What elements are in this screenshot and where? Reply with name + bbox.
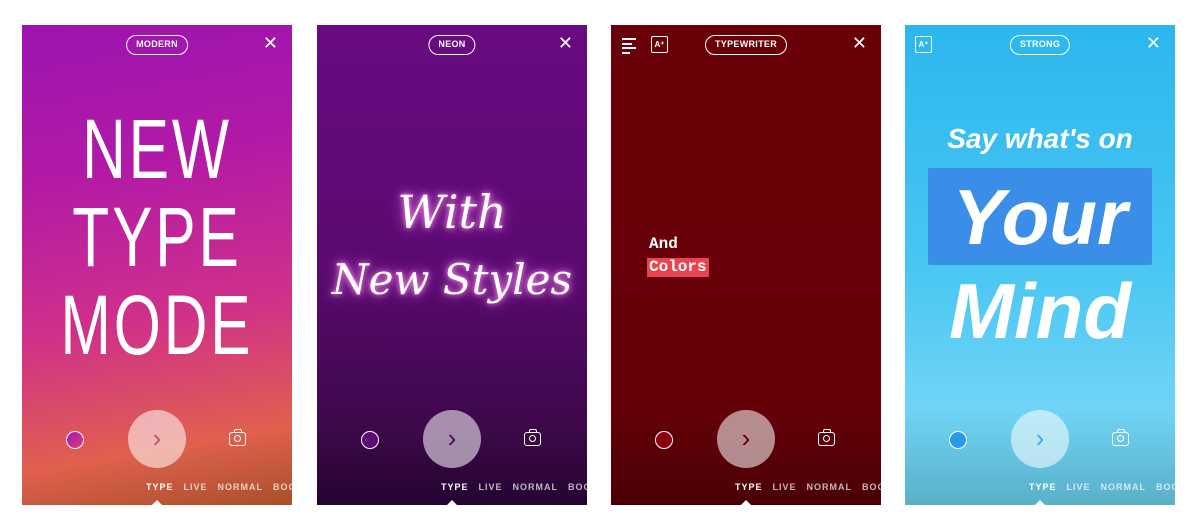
mode-boomerang[interactable]: BOOI: [568, 482, 587, 492]
mode-boomerang[interactable]: BOOI: [1156, 482, 1175, 492]
mode-indicator: [447, 500, 457, 505]
story-text-line: And: [649, 235, 678, 253]
mode-selector[interactable]: TYPE LIVE NORMAL BOOI: [146, 482, 292, 492]
close-icon[interactable]: ✕: [558, 34, 573, 52]
story-text-line: TYPE: [72, 190, 242, 284]
mode-normal[interactable]: NORMAL: [807, 482, 853, 492]
story-text-line: MODE: [60, 278, 254, 372]
mode-normal[interactable]: NORMAL: [513, 482, 559, 492]
story-text-line: Mind: [949, 267, 1131, 355]
mode-normal[interactable]: NORMAL: [1101, 482, 1147, 492]
mode-normal[interactable]: NORMAL: [218, 482, 264, 492]
close-icon[interactable]: ✕: [1146, 34, 1161, 52]
mode-selector[interactable]: TYPE LIVE NORMAL BOOI: [1029, 482, 1175, 492]
camera-icon[interactable]: [1112, 429, 1129, 446]
mode-selector[interactable]: TYPE LIVE NORMAL BOOI: [735, 482, 881, 492]
mode-indicator: [741, 500, 751, 505]
mode-live[interactable]: LIVE: [1067, 482, 1091, 492]
text-effect-icon[interactable]: A⁺: [651, 36, 668, 53]
camera-icon[interactable]: [524, 429, 541, 446]
next-button[interactable]: ›: [717, 410, 775, 468]
story-text-highlighted: Your: [952, 173, 1128, 261]
story-text-highlighted: Colors: [647, 258, 709, 277]
mode-type[interactable]: TYPE: [146, 482, 174, 492]
color-picker-button[interactable]: [655, 431, 673, 449]
mode-indicator: [152, 500, 162, 505]
color-picker-button[interactable]: [949, 431, 967, 449]
mode-type[interactable]: TYPE: [735, 482, 763, 492]
story-text-line: NEW: [82, 102, 232, 196]
mode-live[interactable]: LIVE: [479, 482, 503, 492]
mode-live[interactable]: LIVE: [184, 482, 208, 492]
story-text-line: Say what's on: [947, 123, 1133, 154]
story-panel-neon: NEON ✕ With New Styles › TYPE LIVE NORMAL B…: [317, 25, 587, 505]
mode-live[interactable]: LIVE: [773, 482, 797, 492]
mode-type[interactable]: TYPE: [441, 482, 469, 492]
camera-icon[interactable]: [818, 429, 835, 446]
mode-selector[interactable]: TYPE LIVE NORMAL BOOI: [441, 482, 587, 492]
next-button[interactable]: ›: [1011, 410, 1069, 468]
story-panel-modern: MODERN ✕ NEW TYPE MODE › TYPE LIVE NORMAL B…: [22, 25, 292, 505]
close-icon[interactable]: ✕: [263, 34, 278, 52]
text-align-icon[interactable]: [622, 38, 636, 56]
style-pill-button[interactable]: NEON: [428, 35, 476, 55]
story-text-line: New Styles: [331, 255, 573, 304]
mode-indicator: [1035, 500, 1045, 505]
camera-icon[interactable]: [229, 429, 246, 446]
text-effect-icon[interactable]: A⁺: [915, 36, 932, 53]
style-pill-button[interactable]: STRONG: [1009, 35, 1071, 55]
story-panel-typewriter: A⁺ TYPEWRITER ✕ And Colors › TYPE LIVE NOR…: [611, 25, 881, 505]
color-picker-button[interactable]: [361, 431, 379, 449]
mode-boomerang[interactable]: BOOI: [273, 482, 292, 492]
next-button[interactable]: ›: [423, 410, 481, 468]
color-picker-button[interactable]: [66, 431, 84, 449]
story-text-line: With: [397, 185, 507, 239]
close-icon[interactable]: ✕: [852, 34, 867, 52]
style-pill-button[interactable]: MODERN: [126, 35, 188, 55]
mode-type[interactable]: TYPE: [1029, 482, 1057, 492]
mode-boomerang[interactable]: BOOI: [862, 482, 881, 492]
story-panel-strong: A⁺ STRONG ✕ Say what's on Your Mind › TY…: [905, 25, 1175, 505]
next-button[interactable]: ›: [128, 410, 186, 468]
style-pill-button[interactable]: TYPEWRITER: [704, 35, 788, 55]
